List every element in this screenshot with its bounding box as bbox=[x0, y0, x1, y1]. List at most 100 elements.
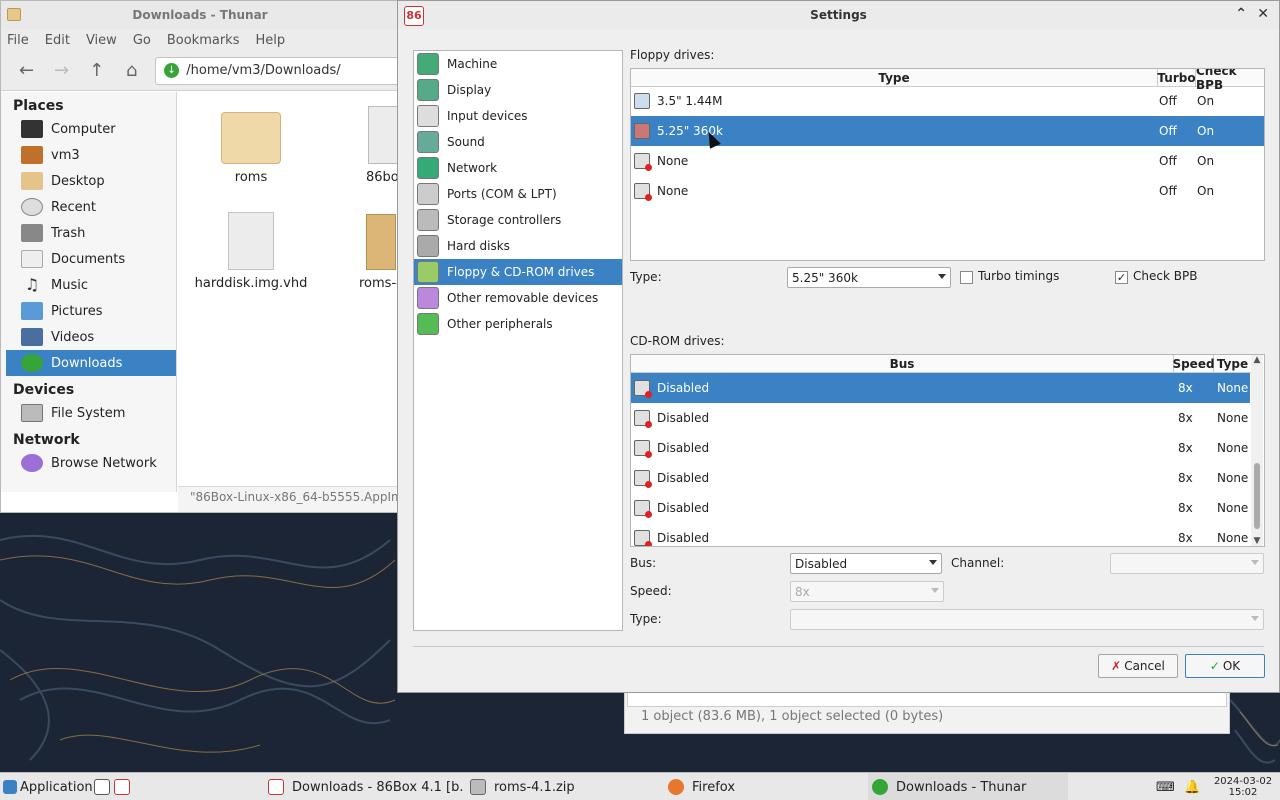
notifications-button[interactable]: 🔔 bbox=[1184, 773, 1202, 800]
clock-date: 2024-03-02 bbox=[1213, 776, 1273, 787]
sidebar-item-computer[interactable]: Computer bbox=[1, 116, 176, 142]
window-title: Downloads - Thunar bbox=[132, 8, 268, 22]
floppy-row[interactable]: None Off On bbox=[631, 146, 1264, 176]
menu-view[interactable]: View bbox=[86, 33, 117, 48]
dialog-title: Settings bbox=[810, 8, 867, 22]
ok-icon: ✓ bbox=[1209, 659, 1220, 673]
column-turbo[interactable]: Turbo bbox=[1157, 69, 1196, 87]
cancel-button[interactable]: ✗ Cancel bbox=[1098, 654, 1178, 678]
file-item[interactable]: roms-4 bbox=[328, 214, 408, 291]
turbo-timings-checkbox[interactable] bbox=[960, 271, 973, 284]
channel-select[interactable] bbox=[1110, 553, 1264, 574]
sidebar-item-vm3[interactable]: vm3 bbox=[1, 142, 176, 168]
column-type[interactable]: Type bbox=[1214, 355, 1252, 373]
file-item[interactable]: 86box bbox=[326, 106, 406, 185]
category-hard-disks[interactable]: Hard disks bbox=[414, 233, 622, 259]
input-devices-icon bbox=[417, 105, 439, 127]
menu-go[interactable]: Go bbox=[133, 33, 151, 48]
maximize-button[interactable]: ⌃ bbox=[1235, 6, 1247, 22]
cdrom-type-select[interactable] bbox=[790, 609, 1264, 630]
sidebar-item-recent[interactable]: Recent bbox=[1, 194, 176, 220]
menu-file[interactable]: File bbox=[7, 33, 29, 48]
cdrom-row-selected[interactable]: Disabled 8x None bbox=[631, 373, 1250, 403]
cdrom-row[interactable]: Disabled 8x None bbox=[631, 493, 1250, 523]
cdrom-row[interactable]: Disabled 8x None bbox=[631, 403, 1250, 433]
file-item[interactable]: harddisk.img.vhd bbox=[191, 212, 311, 291]
taskbar-item-firefox[interactable]: Firefox bbox=[668, 773, 858, 800]
category-other-peripherals[interactable]: Other peripherals bbox=[414, 311, 622, 337]
sidebar-item-music[interactable]: ♫ Music bbox=[1, 272, 176, 298]
clock[interactable]: 2024-03-02 15:02 bbox=[1208, 773, 1278, 800]
cdrom-row[interactable]: Disabled 8x None bbox=[631, 463, 1250, 493]
chevron-down-icon bbox=[931, 588, 939, 593]
check-bpb-checkbox[interactable]: ✓ bbox=[1115, 271, 1128, 284]
category-sound[interactable]: Sound bbox=[414, 129, 622, 155]
menu-edit[interactable]: Edit bbox=[45, 33, 70, 48]
chevron-down-icon bbox=[929, 560, 937, 565]
home-button[interactable]: ⌂ bbox=[114, 57, 149, 85]
recent-icon bbox=[21, 198, 43, 216]
floppy-row-selected[interactable]: 5.25" 360k Off On bbox=[631, 116, 1264, 146]
category-floppy-cdrom[interactable]: Floppy & CD-ROM drives bbox=[414, 259, 622, 285]
taskbar-item-thunar[interactable]: Downloads - Thunar bbox=[868, 773, 1068, 800]
bell-icon: 🔔 bbox=[1184, 779, 1201, 795]
keyboard-tray-button[interactable]: ⌨ bbox=[1156, 773, 1176, 800]
scroll-up-icon: ▲ bbox=[1253, 355, 1261, 365]
floppy-drives-label: Floppy drives: bbox=[630, 48, 715, 62]
cdrom-disabled-icon bbox=[634, 500, 652, 518]
column-bus[interactable]: Bus bbox=[631, 355, 1174, 373]
floppy-525-icon bbox=[634, 123, 650, 139]
file-item[interactable]: roms bbox=[191, 112, 311, 185]
sidebar-item-pictures[interactable]: Pictures bbox=[1, 298, 176, 324]
check-bpb-label: Check BPB bbox=[1133, 269, 1198, 283]
menu-bookmarks[interactable]: Bookmarks bbox=[167, 33, 240, 48]
category-network[interactable]: Network bbox=[414, 155, 622, 181]
drive-icon bbox=[21, 404, 43, 422]
category-machine[interactable]: Machine bbox=[414, 51, 622, 77]
thunar-titlebar[interactable]: Downloads - Thunar bbox=[1, 1, 399, 29]
back-button[interactable]: ← bbox=[9, 57, 44, 85]
sidebar-item-downloads[interactable]: Downloads bbox=[6, 350, 176, 376]
speed-select[interactable]: 8x bbox=[790, 581, 944, 602]
taskbar-item-roms-zip[interactable]: roms-4.1.zip bbox=[470, 773, 660, 800]
trash-icon bbox=[21, 224, 43, 242]
ok-button[interactable]: ✓ OK bbox=[1185, 654, 1265, 678]
dialog-titlebar[interactable]: 86 Settings ⌃ ✕ bbox=[398, 1, 1279, 29]
forward-button[interactable]: → bbox=[44, 57, 79, 85]
location-bar[interactable]: ↓ /home/vm3/Downloads/ bbox=[155, 56, 399, 85]
sidebar-item-trash[interactable]: Trash bbox=[1, 220, 176, 246]
scrollbar-thumb[interactable] bbox=[1254, 463, 1260, 529]
chevron-down-icon bbox=[1251, 616, 1259, 621]
column-type[interactable]: Type bbox=[631, 69, 1158, 87]
floppy-type-select[interactable]: 5.25" 360k bbox=[787, 267, 951, 288]
category-other-removable[interactable]: Other removable devices bbox=[414, 285, 622, 311]
xfce-logo-icon bbox=[3, 780, 17, 794]
cdrom-scrollbar[interactable]: ▲ ▼ bbox=[1251, 355, 1263, 546]
cdrom-row[interactable]: Disabled 8x None bbox=[631, 433, 1250, 463]
menu-help[interactable]: Help bbox=[255, 33, 285, 48]
floppy-row[interactable]: 3.5" 1.44M Off On bbox=[631, 86, 1264, 116]
up-button[interactable]: ↑ bbox=[79, 57, 114, 85]
close-button[interactable]: ✕ bbox=[1257, 6, 1269, 22]
taskbar-item-86box[interactable]: Downloads - 86Box 4.1 [b... bbox=[268, 773, 463, 800]
column-check-bpb[interactable]: Check BPB bbox=[1196, 69, 1264, 92]
category-ports[interactable]: Ports (COM & LPT) bbox=[414, 181, 622, 207]
category-display[interactable]: Display bbox=[414, 77, 622, 103]
sidebar-item-desktop[interactable]: Desktop bbox=[1, 168, 176, 194]
category-storage-controllers[interactable]: Storage controllers bbox=[414, 207, 622, 233]
bus-select[interactable]: Disabled bbox=[790, 553, 942, 574]
devices-heading: Devices bbox=[13, 382, 75, 398]
sidebar-item-browse-network[interactable]: Browse Network bbox=[1, 450, 176, 476]
category-list: Machine Display Input devices Sound Netw… bbox=[413, 50, 623, 631]
sidebar-item-file-system[interactable]: File System bbox=[1, 400, 176, 426]
sidebar-item-documents[interactable]: Documents bbox=[1, 246, 176, 272]
floppy-35-icon bbox=[634, 93, 650, 109]
chevron-down-icon bbox=[938, 274, 946, 279]
column-speed[interactable]: Speed bbox=[1172, 355, 1215, 373]
floppy-row[interactable]: None Off On bbox=[631, 176, 1264, 206]
applications-menu-button[interactable]: Applications bbox=[3, 773, 93, 800]
category-input-devices[interactable]: Input devices bbox=[414, 103, 622, 129]
cdrom-row[interactable]: Disabled 8x None bbox=[631, 523, 1250, 546]
taskbar-launchers[interactable] bbox=[94, 773, 134, 800]
sidebar-item-videos[interactable]: Videos bbox=[1, 324, 176, 350]
